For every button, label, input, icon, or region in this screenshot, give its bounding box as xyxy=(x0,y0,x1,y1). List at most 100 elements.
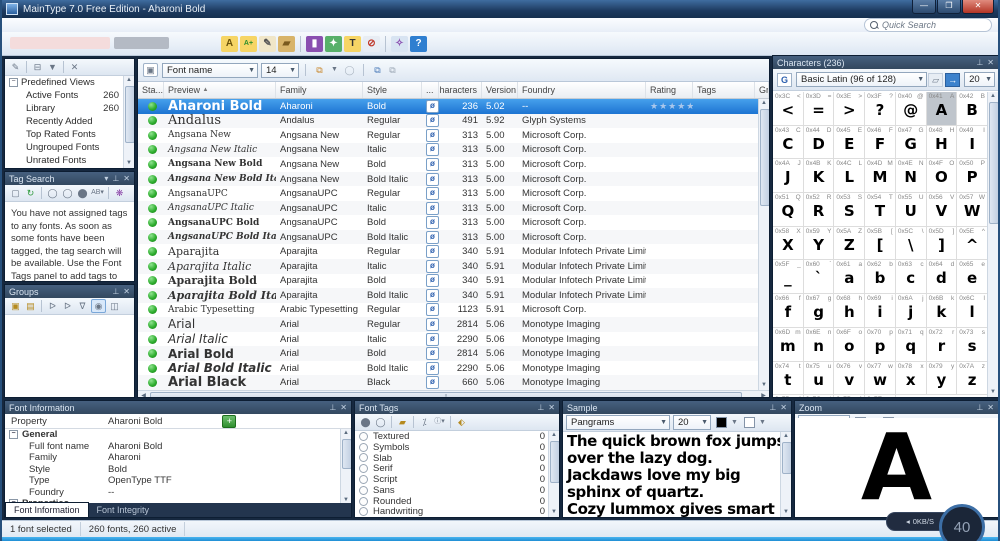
eraser-icon[interactable]: ▰ xyxy=(278,36,295,52)
tag-row-slab[interactable]: Slab0 xyxy=(355,453,559,464)
groups-empty-area[interactable] xyxy=(5,315,134,398)
table-row[interactable]: Angsana New BoldAngsana NewBoldø3135.00M… xyxy=(138,157,758,172)
expand-one-icon[interactable]: ᐅ xyxy=(46,300,59,312)
pin-icon[interactable]: ⊥ xyxy=(976,58,983,67)
minimize-button[interactable]: — xyxy=(912,0,936,14)
charmap-icon[interactable]: ø xyxy=(426,333,439,346)
charmap-icon[interactable]: ø xyxy=(426,100,439,113)
views-scrollbar[interactable]: ▲ ▼ xyxy=(123,76,134,168)
table-row[interactable]: Arial ItalicArialItalicø22905.06Monotype… xyxy=(138,332,758,347)
dropdown-icon[interactable]: ▼ xyxy=(328,64,341,76)
char-cell-0x40[interactable]: 0x40@@ xyxy=(896,92,927,126)
tag-row-textured[interactable]: Textured0 xyxy=(355,431,559,442)
char-cell-0x3F[interactable]: 0x3F?? xyxy=(865,92,896,126)
col-family[interactable]: Family xyxy=(276,82,363,98)
new-doc-icon[interactable]: ▢ xyxy=(9,187,22,199)
add-font-icon[interactable]: A+ xyxy=(240,36,257,52)
table-row[interactable]: AngsanaUPCAngsanaUPCRegularø3135.00Micro… xyxy=(138,186,758,201)
copy-style-icon[interactable]: ⧉ xyxy=(313,64,326,76)
glyph-view-button[interactable]: G xyxy=(777,73,792,87)
text-color-swatch[interactable] xyxy=(716,417,727,428)
char-cell-0x68[interactable]: 0x68hh xyxy=(834,294,865,328)
char-cell-0x69[interactable]: 0x69ii xyxy=(865,294,896,328)
close-button[interactable]: ✕ xyxy=(962,0,994,14)
scroll-right-icon[interactable]: ▶ xyxy=(758,391,769,398)
char-cell-0x48[interactable]: 0x48HH xyxy=(927,126,958,160)
sort-field-combo[interactable]: Font name▼ xyxy=(162,63,258,78)
and-circle-icon[interactable]: ◯ xyxy=(46,187,59,199)
sample-text[interactable]: The quick brown fox jumpsover the lazy d… xyxy=(563,432,791,518)
sidebar-item-untagged-fonts[interactable]: Untagged Fonts xyxy=(5,167,134,169)
char-cell-0x3C[interactable]: 0x3C<< xyxy=(773,92,804,126)
charmap-icon[interactable]: ø xyxy=(426,376,439,389)
table-row[interactable]: Aparajita Bold ItalicAparajitaBold Itali… xyxy=(138,288,758,303)
tag-checkbox[interactable] xyxy=(359,475,368,484)
char-cell-0x76[interactable]: 0x76vv xyxy=(834,362,865,396)
scroll-down-icon[interactable]: ▼ xyxy=(781,508,791,517)
col-tags[interactable]: Tags xyxy=(693,82,755,98)
tag-checkbox[interactable] xyxy=(359,464,368,473)
scroll-up-icon[interactable]: ▲ xyxy=(759,99,769,108)
delete-icon[interactable]: ✕ xyxy=(68,61,81,73)
eraser-icon[interactable]: ▰ xyxy=(396,416,409,428)
col-foundry[interactable]: Foundry xyxy=(518,82,646,98)
scroll-down-icon[interactable]: ▼ xyxy=(988,388,998,397)
charmap-icon[interactable]: ø xyxy=(426,231,439,244)
scroll-up-icon[interactable]: ▲ xyxy=(988,92,998,101)
char-cell-0x4B[interactable]: 0x4BKK xyxy=(804,159,835,193)
sidebar-item-top-rated-fonts[interactable]: Top Rated Fonts xyxy=(5,128,134,141)
charmap-icon[interactable]: ø xyxy=(426,114,439,127)
char-cell-0x6C[interactable]: 0x6Cll xyxy=(957,294,988,328)
collapse-icon[interactable]: − xyxy=(9,430,18,439)
charmap-icon[interactable]: ø xyxy=(426,129,439,142)
tag-row-sans[interactable]: Sans0 xyxy=(355,485,559,496)
char-cell-0x3D[interactable]: 0x3D== xyxy=(804,92,835,126)
add-property-icon[interactable]: + xyxy=(222,415,236,428)
table-row[interactable]: Angsana New ItalicAngsana NewItalicø3135… xyxy=(138,143,758,158)
tag-checkbox[interactable] xyxy=(359,486,368,495)
pin-icon[interactable]: ⊥ xyxy=(112,174,119,183)
char-cell-0x75[interactable]: 0x75uu xyxy=(804,362,835,396)
add-subgroup-icon[interactable]: ▤ xyxy=(24,300,37,312)
char-cell-0x5C[interactable]: 0x5C\\ xyxy=(896,227,927,261)
info-scrollbar[interactable]: ▲ ▼ xyxy=(340,429,351,505)
new-group-icon[interactable]: ▮ xyxy=(306,36,323,52)
sidebar-item-unrated-fonts[interactable]: Unrated Fonts xyxy=(5,154,134,167)
scroll-up-icon[interactable]: ▲ xyxy=(341,429,351,438)
charmap-icon[interactable]: ø xyxy=(426,347,439,360)
sidebar-item-library[interactable]: Library260 xyxy=(5,102,134,115)
col-status[interactable]: Sta... xyxy=(138,82,164,98)
table-row[interactable]: AngsanaUPC BoldAngsanaUPCBoldø3135.00Mic… xyxy=(138,215,758,230)
charmap-icon[interactable]: ø xyxy=(426,143,439,156)
char-cell-0x4D[interactable]: 0x4DMM xyxy=(865,159,896,193)
or-circle-icon[interactable]: ◯ xyxy=(61,187,74,199)
scroll-down-icon[interactable]: ▼ xyxy=(759,381,769,390)
char-cell-0x70[interactable]: 0x70pp xyxy=(865,328,896,362)
char-cell-0x47[interactable]: 0x47GG xyxy=(896,126,927,160)
next-page-icon[interactable]: → xyxy=(945,73,960,87)
char-cell-0x4A[interactable]: 0x4AJJ xyxy=(773,159,804,193)
char-cell-0x77[interactable]: 0x77ww xyxy=(865,362,896,396)
close-icon[interactable]: ✕ xyxy=(340,403,347,412)
table-row[interactable]: Angsana NewAngsana NewRegularø3135.00Mic… xyxy=(138,128,758,143)
char-cell-0x60[interactable]: 0x60`` xyxy=(804,260,835,294)
not-circle-icon[interactable]: ⬤ xyxy=(76,187,89,199)
scroll-down-icon[interactable]: ▼ xyxy=(124,159,134,168)
expand-all-icon[interactable]: ᐁ xyxy=(76,300,89,312)
tag-row-serif[interactable]: Serif0 xyxy=(355,463,559,474)
table-row[interactable]: Aparajita BoldAparajitaBoldø3405.91Modul… xyxy=(138,274,758,289)
char-cell-0x6A[interactable]: 0x6Ajj xyxy=(896,294,927,328)
font-list-vscrollbar[interactable]: ▲ ▼ xyxy=(758,99,769,390)
charmap-icon[interactable]: ø xyxy=(426,202,439,215)
refresh-icon[interactable]: ↻ xyxy=(24,187,37,199)
sidebar-item-recently-added[interactable]: Recently Added xyxy=(5,115,134,128)
col-group[interactable]: Group xyxy=(755,82,769,98)
table-row[interactable]: AngsanaUPC Bold ItalicAngsanaUPCBold Ita… xyxy=(138,230,758,245)
pin-icon[interactable]: ⊥ xyxy=(112,287,119,296)
layers-icon[interactable]: ⧉ xyxy=(371,64,384,76)
split-icon[interactable]: ⁒ xyxy=(418,416,431,428)
char-cell-0x54[interactable]: 0x54TT xyxy=(865,193,896,227)
char-cell-0x7B[interactable]: 0x7B{{ xyxy=(773,395,804,398)
char-cell-0x58[interactable]: 0x58XX xyxy=(773,227,804,261)
close-icon[interactable]: ✕ xyxy=(780,403,787,412)
